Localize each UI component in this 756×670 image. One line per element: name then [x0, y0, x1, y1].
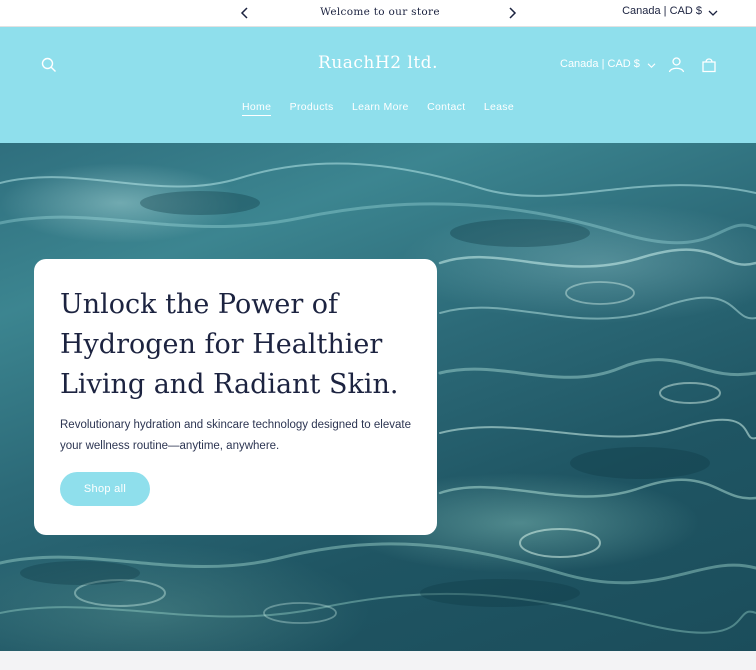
announcement-currency-selector[interactable]: Canada | CAD $ — [622, 5, 702, 17]
announcement-message: Welcome to our store — [320, 6, 440, 18]
nav-item-lease[interactable]: Lease — [484, 101, 514, 115]
chevron-right-icon[interactable] — [507, 7, 517, 19]
next-section-strip — [0, 651, 756, 670]
cart-icon[interactable] — [701, 57, 717, 73]
site-logo[interactable]: RuachH2 ltd. — [0, 53, 756, 73]
site-header: RuachH2 ltd. Canada | CAD $ Home Product… — [0, 27, 756, 143]
chevron-down-icon[interactable] — [647, 62, 656, 69]
nav-item-products[interactable]: Products — [290, 101, 334, 115]
account-icon[interactable] — [668, 56, 685, 73]
nav-item-contact[interactable]: Contact — [427, 101, 465, 115]
shop-all-button[interactable]: Shop all — [60, 472, 150, 506]
nav-item-home[interactable]: Home — [242, 101, 272, 116]
hero-text-card: Unlock the Power of Hydrogen for Healthi… — [34, 259, 437, 535]
main-navigation: Home Products Learn More Contact Lease — [0, 97, 756, 116]
header-currency-selector[interactable]: Canada | CAD $ — [560, 58, 640, 70]
chevron-down-icon[interactable] — [708, 9, 718, 17]
nav-item-learn-more[interactable]: Learn More — [352, 101, 409, 115]
hero-heading: Unlock the Power of Hydrogen for Healthi… — [60, 289, 399, 400]
announcement-bar: Welcome to our store Canada | CAD $ — [0, 0, 756, 27]
chevron-left-icon[interactable] — [240, 7, 250, 19]
hero-subtext: Revolutionary hydration and skincare tec… — [60, 419, 411, 452]
